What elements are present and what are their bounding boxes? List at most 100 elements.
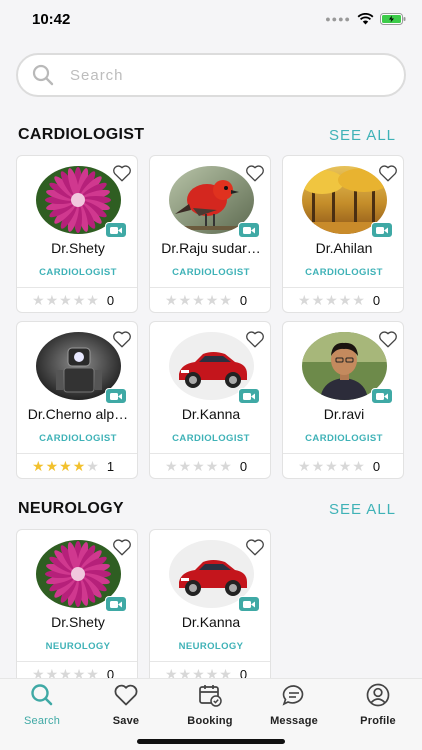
star-icon[interactable]: ★	[86, 293, 99, 307]
rating-row: ★ ★ ★ ★ ★ 0	[283, 287, 403, 312]
star-icon[interactable]: ★	[59, 459, 72, 473]
doctor-specialty: NEUROLOGY	[45, 641, 111, 652]
tab-save[interactable]: Save	[84, 683, 168, 729]
star-icon[interactable]: ★	[46, 293, 59, 307]
rating-row: ★ ★ ★ ★ ★ 1	[17, 453, 137, 478]
search-input[interactable]	[70, 66, 350, 84]
section-header: NEUROLOGY SEE ALL	[18, 500, 396, 518]
tab-label: Booking	[187, 715, 233, 727]
video-call-icon[interactable]	[238, 388, 260, 404]
star-icon[interactable]: ★	[179, 293, 192, 307]
rating-count: 0	[372, 458, 381, 474]
doctor-avatar-wrap	[36, 540, 127, 612]
video-call-icon[interactable]	[238, 596, 260, 612]
home-indicator	[137, 739, 285, 744]
star-icon[interactable]: ★	[86, 459, 99, 473]
doctor-name: Dr.Raju sudar…	[161, 240, 261, 256]
doctor-avatar-wrap	[36, 332, 127, 404]
tab-label: Message	[270, 715, 318, 727]
doctor-avatar-wrap	[302, 166, 393, 238]
doctor-avatar-wrap	[302, 332, 393, 404]
doctor-card[interactable]: Dr.Ahilan CARDIOLOGIST ★ ★ ★ ★ ★ 0	[282, 155, 404, 313]
doctor-specialty: CARDIOLOGIST	[305, 433, 383, 444]
calendar-icon	[168, 683, 252, 707]
star-icon[interactable]: ★	[32, 293, 45, 307]
star-icon[interactable]: ★	[219, 293, 232, 307]
star-icon[interactable]: ★	[298, 459, 311, 473]
doctor-name: Dr.Shety	[51, 240, 105, 256]
rating-count: 0	[239, 292, 248, 308]
rating-stars: ★ ★ ★ ★ ★	[165, 293, 232, 307]
rating-stars: ★ ★ ★ ★ ★	[165, 459, 232, 473]
video-call-icon[interactable]	[238, 222, 260, 238]
video-call-icon[interactable]	[371, 222, 393, 238]
star-icon[interactable]: ★	[339, 459, 352, 473]
star-icon[interactable]: ★	[298, 293, 311, 307]
doctor-card[interactable]: Dr.Raju sudar… CARDIOLOGIST ★ ★ ★ ★ ★ 0	[149, 155, 271, 313]
tab-profile[interactable]: Profile	[336, 683, 420, 729]
rating-stars: ★ ★ ★ ★ ★	[32, 459, 99, 473]
star-icon[interactable]: ★	[46, 459, 59, 473]
star-icon[interactable]: ★	[32, 459, 45, 473]
doctor-card[interactable]: Dr.ravi CARDIOLOGIST ★ ★ ★ ★ ★ 0	[282, 321, 404, 479]
tab-booking[interactable]: Booking	[168, 683, 252, 729]
star-icon[interactable]: ★	[192, 459, 205, 473]
doctor-avatar-wrap	[36, 166, 127, 238]
search-icon	[0, 683, 84, 707]
star-icon[interactable]: ★	[165, 459, 178, 473]
doctor-card[interactable]: Dr.Cherno alp… CARDIOLOGIST ★ ★ ★ ★ ★ 1	[16, 321, 138, 479]
video-call-icon[interactable]	[105, 222, 127, 238]
video-call-icon[interactable]	[105, 596, 127, 612]
tab-label: Save	[112, 715, 140, 727]
tab-search[interactable]: Search	[0, 683, 84, 729]
rating-stars: ★ ★ ★ ★ ★	[32, 293, 99, 307]
rating-row: ★ ★ ★ ★ ★ 0	[150, 287, 270, 312]
doctor-specialty: NEUROLOGY	[178, 641, 244, 652]
user-icon	[336, 683, 420, 707]
rating-row: ★ ★ ★ ★ ★ 0	[150, 453, 270, 478]
star-icon[interactable]: ★	[312, 459, 325, 473]
doctor-card[interactable]: Dr.Kanna NEUROLOGY ★ ★ ★ ★ ★ 0	[149, 529, 271, 687]
star-icon[interactable]: ★	[219, 459, 232, 473]
star-icon[interactable]: ★	[206, 459, 219, 473]
star-icon[interactable]: ★	[73, 293, 86, 307]
rating-stars: ★ ★ ★ ★ ★	[298, 459, 365, 473]
star-icon[interactable]: ★	[339, 293, 352, 307]
rating-row: ★ ★ ★ ★ ★ 0	[283, 453, 403, 478]
video-call-icon[interactable]	[105, 388, 127, 404]
search-icon	[32, 64, 54, 86]
doctor-avatar-wrap	[169, 540, 260, 612]
doctor-specialty: CARDIOLOGIST	[172, 433, 250, 444]
section-title: CARDIOLOGIST	[18, 126, 145, 143]
search-bar[interactable]	[16, 53, 406, 97]
rating-count: 1	[106, 458, 115, 474]
section-header: CARDIOLOGIST SEE ALL	[18, 126, 396, 144]
star-icon[interactable]: ★	[312, 293, 325, 307]
star-icon[interactable]: ★	[59, 293, 72, 307]
star-icon[interactable]: ★	[192, 293, 205, 307]
star-icon[interactable]: ★	[179, 459, 192, 473]
doctor-card[interactable]: Dr.Shety CARDIOLOGIST ★ ★ ★ ★ ★ 0	[16, 155, 138, 313]
tab-message[interactable]: Message	[252, 683, 336, 729]
doctor-card[interactable]: Dr.Kanna CARDIOLOGIST ★ ★ ★ ★ ★ 0	[149, 321, 271, 479]
section-title: NEUROLOGY	[18, 500, 124, 517]
star-icon[interactable]: ★	[325, 293, 338, 307]
star-icon[interactable]: ★	[165, 293, 178, 307]
doctor-avatar-wrap	[169, 332, 260, 404]
star-icon[interactable]: ★	[206, 293, 219, 307]
signal-icon: ●●●●	[325, 14, 351, 24]
rating-row: ★ ★ ★ ★ ★ 0	[17, 287, 137, 312]
star-icon[interactable]: ★	[352, 459, 365, 473]
star-icon[interactable]: ★	[352, 293, 365, 307]
doctor-card[interactable]: Dr.Shety NEUROLOGY ★ ★ ★ ★ ★ 0	[16, 529, 138, 687]
video-call-icon[interactable]	[371, 388, 393, 404]
doctor-name: Dr.Kanna	[181, 406, 241, 422]
star-icon[interactable]: ★	[325, 459, 338, 473]
see-all-link[interactable]: SEE ALL	[329, 501, 396, 518]
doctor-specialty: CARDIOLOGIST	[305, 267, 383, 278]
star-icon[interactable]: ★	[73, 459, 86, 473]
see-all-link[interactable]: SEE ALL	[329, 127, 396, 144]
doctor-name: Dr.Shety	[51, 614, 105, 630]
wifi-icon	[357, 13, 374, 25]
chat-icon	[252, 683, 336, 707]
